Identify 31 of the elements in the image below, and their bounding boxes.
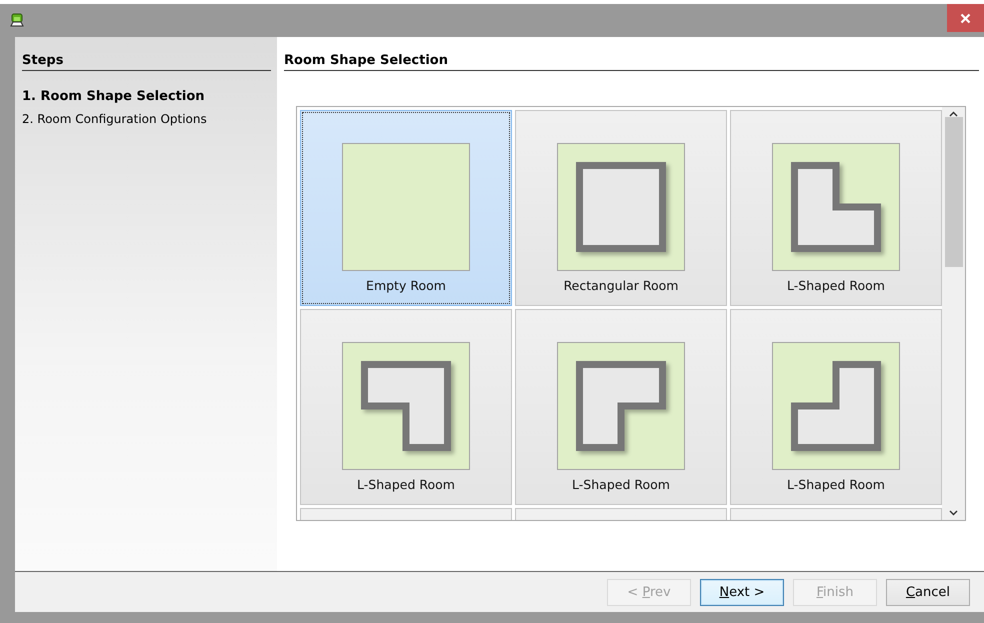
wizard-button[interactable]: Cancel xyxy=(886,578,970,606)
room-tile[interactable]: L-Shaped Room xyxy=(300,309,512,505)
app-icon xyxy=(10,13,24,27)
scrollbar[interactable] xyxy=(942,107,965,520)
steps-title: Steps xyxy=(22,53,271,71)
scroll-thumb[interactable] xyxy=(944,117,962,267)
room-shape-icon xyxy=(772,143,900,271)
room-tile[interactable]: Empty Room xyxy=(300,110,512,306)
panel-title: Room Shape Selection xyxy=(284,53,979,71)
close-icon xyxy=(960,12,971,24)
tile-label: Empty Room xyxy=(366,278,446,293)
room-shape-icon xyxy=(342,342,470,470)
wizard-button[interactable]: Next > xyxy=(700,578,784,606)
room-shape-icon xyxy=(557,143,685,271)
step-item: 2. Room Configuration Options xyxy=(22,111,208,128)
close-button[interactable] xyxy=(947,4,984,32)
scroll-down-icon xyxy=(949,510,958,516)
room-shape-icon xyxy=(557,342,685,470)
tile-label: L-Shaped Room xyxy=(357,477,455,492)
scroll-up-icon xyxy=(949,111,958,117)
tile-label: L-Shaped Room xyxy=(572,477,670,492)
tile-label: L-Shaped Room xyxy=(787,278,885,293)
room-tile[interactable]: L-Shaped Room xyxy=(515,309,727,505)
tile-label: Rectangular Room xyxy=(564,278,678,293)
room-tile[interactable]: L-Shaped Room xyxy=(730,309,942,505)
room-tile[interactable]: Rectangular Room xyxy=(515,110,727,306)
room-shape-icon xyxy=(342,143,470,271)
room-shape-icon xyxy=(772,342,900,470)
tile-label: L-Shaped Room xyxy=(787,477,885,492)
step-item: 1. Room Shape Selection xyxy=(22,88,206,106)
room-tile[interactable]: L-Shaped Room xyxy=(730,110,942,306)
